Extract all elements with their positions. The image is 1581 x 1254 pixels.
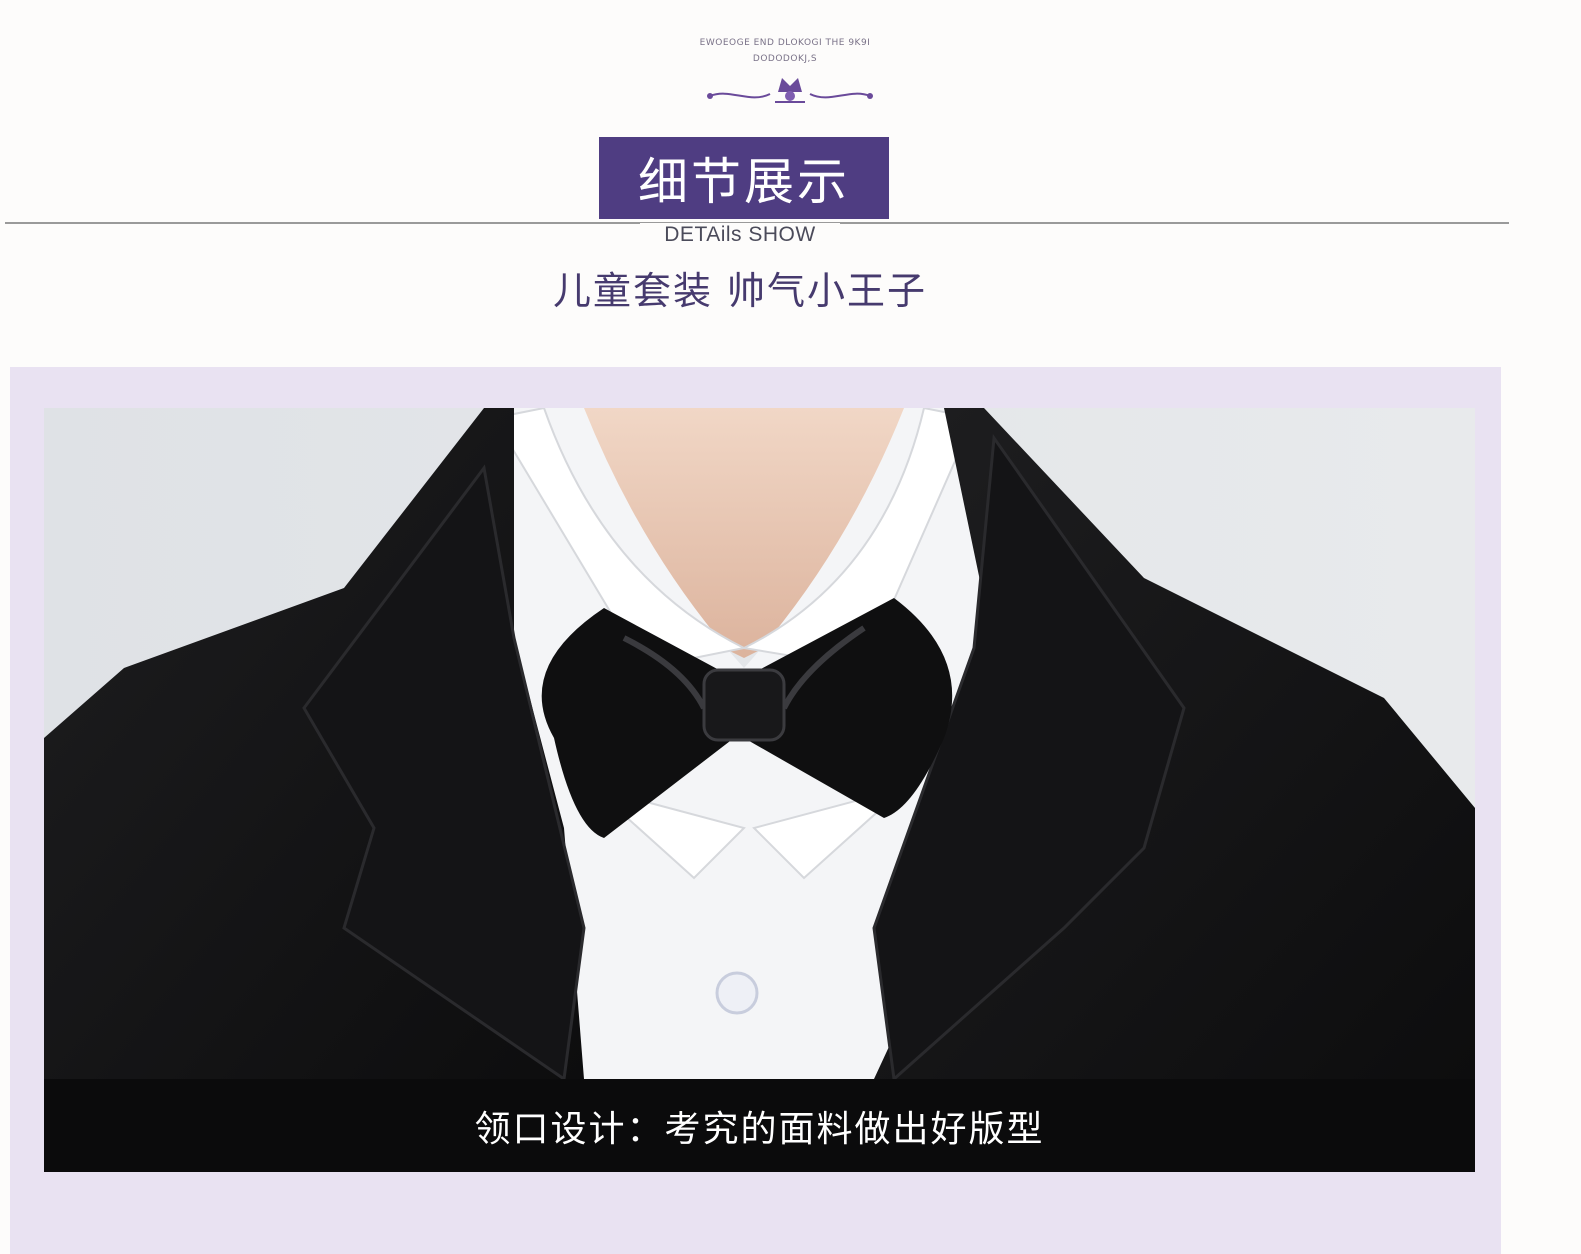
caption-bar: 领口设计：考究的面料做出好版型 bbox=[44, 1079, 1475, 1172]
section-title-english: DETAils SHOW bbox=[640, 223, 840, 247]
logo-text-line2: DODODOKJ,S bbox=[752, 54, 818, 64]
section-subtitle: 儿童套装 帅气小王子 bbox=[552, 269, 928, 313]
section-title: 细节展示 bbox=[599, 137, 889, 219]
caption-text: 领口设计：考究的面料做出好版型 bbox=[474, 1108, 1045, 1150]
crown-flourish-icon bbox=[700, 70, 880, 114]
logo-text-line1: EWOEOGE END DLOKOGI THE 9K9I bbox=[699, 38, 871, 48]
child-collar-bowtie-photo bbox=[44, 408, 1475, 1079]
